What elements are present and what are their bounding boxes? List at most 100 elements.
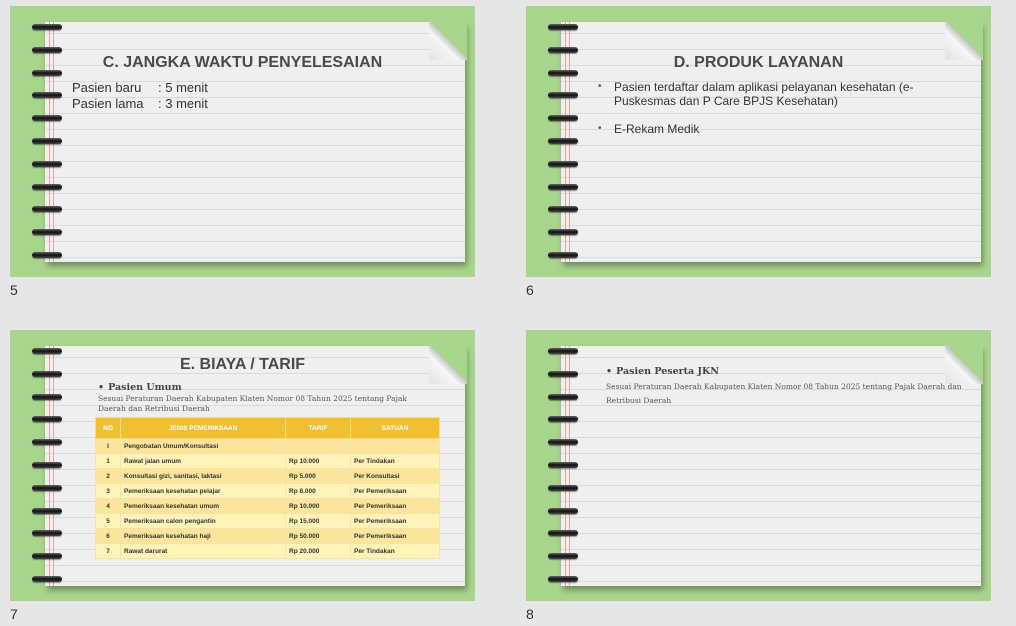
cell-jenis: Pemeriksaan kesehatan pelajar — [120, 483, 286, 499]
cell-tarif — [285, 438, 351, 454]
spiral-ring — [548, 530, 578, 537]
table-row: 2 Konsultasi gizi, sanitasi, laktasi Rp 5.… — [95, 468, 440, 484]
spiral-ring — [548, 229, 578, 236]
spiral-ring — [32, 530, 62, 537]
spiral-ring — [548, 206, 578, 213]
spiral-ring — [32, 416, 62, 423]
cell-tarif: Rp 10.000 — [285, 453, 351, 469]
table-row: 3 Pemeriksaan kesehatan pelajar Rp 8.000 Pe… — [95, 483, 440, 499]
spiral-ring — [32, 46, 62, 53]
spiral-ring — [548, 553, 578, 560]
cell-no: 3 — [95, 483, 121, 499]
slide-canvas: D. PRODUK LAYANAN • Pasien terdaftar dala… — [526, 6, 991, 277]
cell-no: 4 — [95, 498, 121, 514]
table-header-row: NO JENIS PEMERIKSAAN TARIF SATUAN — [95, 417, 440, 439]
spiral-ring — [32, 115, 62, 122]
spiral-ring — [548, 252, 578, 258]
time-row: Pasien lama: 3 menit — [72, 96, 208, 112]
slide-number: 6 — [526, 282, 534, 298]
spiral-ring — [32, 576, 62, 582]
spiral-ring — [548, 115, 578, 122]
table-row: I Pengobatan Umum/Konsultasi — [95, 438, 440, 454]
row-value: : 5 menit — [158, 80, 208, 95]
slide-number: 5 — [10, 282, 18, 298]
spiral-ring — [548, 576, 578, 582]
cell-tarif: Rp 20.000 — [285, 543, 351, 559]
spiral-ring — [548, 24, 578, 30]
slide-canvas: C. JANGKA WAKTU PENYELESAIAN Pasien baru… — [10, 6, 475, 277]
tariff-table: NO JENIS PEMERIKSAAN TARIF SATUAN I Pengo… — [95, 417, 440, 559]
cell-satuan: Per Pemeriksaan — [350, 528, 440, 544]
spiral-ring — [548, 462, 578, 468]
cell-jenis: Rawat darurat — [120, 543, 286, 559]
cell-tarif: Rp 15.000 — [285, 513, 351, 529]
spiral-ring — [32, 553, 62, 560]
spiral-ring — [32, 439, 62, 446]
cell-jenis: Rawat jalan umum — [120, 453, 286, 469]
spiral-ring — [32, 92, 62, 99]
spiral-ring — [32, 160, 62, 167]
col-header-no: NO — [95, 417, 121, 439]
bullet-text: E-Rekam Medik — [614, 122, 700, 136]
slide-number: 8 — [526, 606, 534, 622]
slide-title: E. BIAYA / TARIF — [179, 356, 306, 373]
cell-satuan: Per Pemeriksaan — [350, 513, 440, 529]
cell-satuan: Per Pemeriksaan — [350, 483, 440, 499]
heading-text: Pasien Peserta JKN — [616, 366, 719, 377]
cell-tarif: Rp 5.000 — [285, 468, 351, 484]
spiral-ring — [32, 24, 62, 30]
regulation-text: Sesuai Peraturan Daerah Kabupaten Klaten… — [98, 394, 407, 413]
heading-text: Pasien Umum — [108, 382, 182, 393]
cell-tarif: Rp 10.000 — [285, 498, 351, 514]
col-header-jenis: JENIS PEMERIKSAAN — [120, 417, 286, 439]
cell-tarif: Rp 8.000 — [285, 483, 351, 499]
section-heading: • Pasien Umum — [98, 382, 182, 393]
spiral-ring — [32, 484, 62, 491]
spiral-ring — [32, 229, 62, 236]
slide-title: C. JANGKA WAKTU PENYELESAIAN — [102, 54, 383, 71]
time-row: Pasien baru : 5 menit — [72, 80, 208, 96]
spiral-ring — [548, 484, 578, 491]
spiral-ring — [32, 252, 62, 258]
cell-no: 6 — [95, 528, 121, 544]
spiral-ring — [548, 370, 578, 377]
cell-satuan: Per Tindakan — [350, 543, 440, 559]
row-label: Pasien baru — [72, 80, 142, 95]
cell-no: 5 — [95, 513, 121, 529]
time-list: Pasien baru : 5 menit Pasien lama: 3 meni… — [72, 80, 208, 112]
cell-satuan — [350, 438, 440, 454]
table-row: 1 Rawat jalan umum Rp 10.000 Per Tindakan — [95, 453, 440, 469]
spiral-ring — [548, 92, 578, 99]
spiral-ring — [548, 138, 578, 144]
bullet-text: Pasien terdaftar dalam aplikasi pelayana… — [614, 80, 914, 108]
slide-number: 7 — [10, 606, 18, 622]
spiral-ring — [548, 46, 578, 53]
spiral-ring — [32, 206, 62, 213]
cell-no: 7 — [95, 543, 121, 559]
bullet-item: • E-Rekam Medik — [598, 122, 954, 136]
spiral-ring — [32, 348, 62, 354]
cell-no: 1 — [95, 453, 121, 469]
cell-jenis: Konsultasi gizi, sanitasi, laktasi — [120, 468, 286, 484]
cell-tarif: Rp 50.000 — [285, 528, 351, 544]
cell-satuan: Per Konsultasi — [350, 468, 440, 484]
row-value: : 3 menit — [158, 96, 208, 111]
spiral-ring — [548, 183, 578, 190]
table-row: 5 Pemeriksaan calon pengantin Rp 15.000 Per… — [95, 513, 440, 529]
bullet-item: • Pasien terdaftar dalam aplikasi pelayan… — [598, 80, 954, 108]
cell-no: 2 — [95, 468, 121, 484]
table-row: 6 Pemeriksaan kesehatan haji Rp 50.000 Per … — [95, 528, 440, 544]
spiral-ring — [548, 416, 578, 423]
cell-satuan: Per Pemeriksaan — [350, 498, 440, 514]
col-header-satuan: SATUAN — [350, 417, 440, 439]
regulation-text: Sesuai Peraturan Daerah Kabupaten Klaten… — [606, 382, 962, 405]
spiral-ring — [32, 138, 62, 144]
cell-jenis: Pengobatan Umum/Konsultasi — [120, 438, 286, 454]
bullet-icon: • — [606, 366, 613, 377]
spiral-ring — [548, 348, 578, 354]
slide-title: D. PRODUK LAYANAN — [673, 54, 844, 71]
bullet-icon: • — [98, 382, 105, 393]
cell-jenis: Pemeriksaan calon pengantin — [120, 513, 286, 529]
spiral-ring — [548, 507, 578, 514]
slide-canvas: E. BIAYA / TARIF • Pasien Umum Sesuai Per… — [10, 330, 475, 601]
